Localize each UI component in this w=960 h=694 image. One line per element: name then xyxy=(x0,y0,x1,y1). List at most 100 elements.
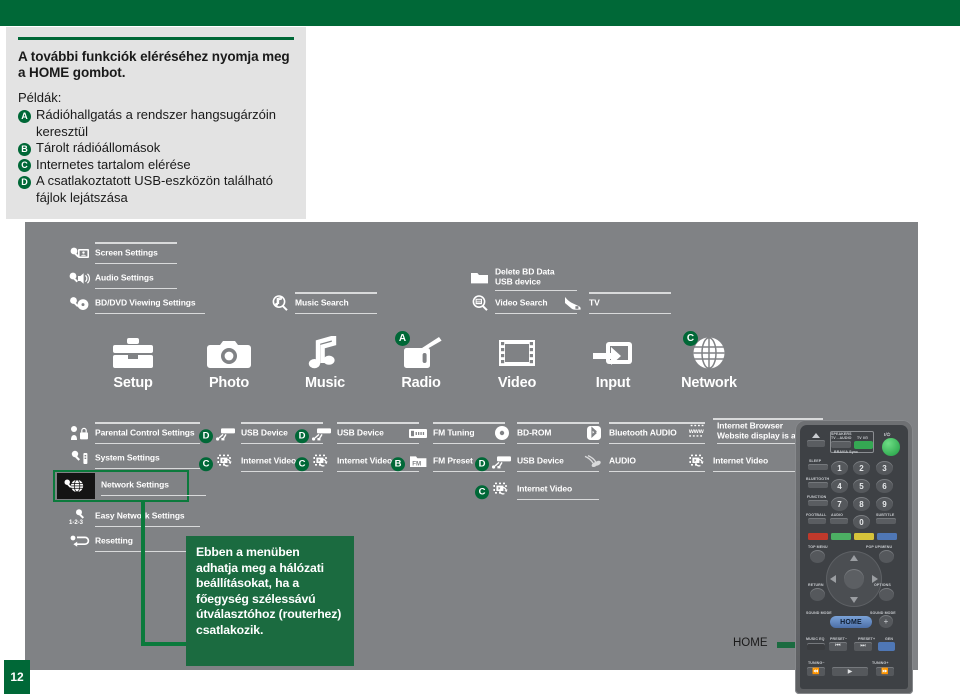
divider xyxy=(95,312,205,314)
menu-item-video-internet-video[interactable]: C Internet Video xyxy=(475,478,599,500)
menu-item-input-audio[interactable]: AUDIO xyxy=(583,450,705,472)
preset-minus-button[interactable]: ⏮ xyxy=(829,642,847,651)
home-menu-diagram: Screen Settings Audio Settings BD/DVD Vi… xyxy=(25,222,918,670)
audio-label: AUDIO xyxy=(831,513,844,517)
menu-item-label: Resetting xyxy=(95,535,133,546)
category-photo[interactable]: Photo xyxy=(183,332,275,391)
bluetooth-label: BLUETOOTH xyxy=(806,477,830,481)
return-button[interactable] xyxy=(810,588,825,601)
menu-item-tv[interactable]: TV xyxy=(563,292,673,314)
internet-video-icon xyxy=(215,452,237,470)
eject-button[interactable] xyxy=(807,440,825,447)
menu-item-audio-settings[interactable]: Audio Settings xyxy=(69,267,179,289)
power-button[interactable] xyxy=(882,438,900,456)
internet-video-icon xyxy=(491,480,513,498)
folder-icon xyxy=(469,266,491,288)
menu-item-music-search[interactable]: Music Search xyxy=(269,292,379,314)
tv-power-button[interactable] xyxy=(854,441,873,449)
number-1-button[interactable]: 1 xyxy=(831,461,848,475)
red-button[interactable] xyxy=(808,533,828,540)
svg-text:FM: FM xyxy=(412,460,421,467)
menu-item-bd-dvd-viewing-settings[interactable]: BD/DVD Viewing Settings xyxy=(69,292,205,314)
divider xyxy=(95,442,200,444)
menu-item-bd-rom[interactable]: BD-ROM xyxy=(491,422,599,444)
eject-icon xyxy=(812,433,820,438)
menu-item-easy-network-settings[interactable]: 1-2-3 Easy Network Settings xyxy=(69,505,209,527)
music-search-icon xyxy=(269,294,291,312)
category-radio[interactable]: A Radio xyxy=(375,331,467,391)
page-number: 12 xyxy=(4,660,30,694)
category-input[interactable]: Input xyxy=(567,332,659,391)
pop-up-menu-button[interactable] xyxy=(879,550,894,563)
menu-item-bluetooth-audio[interactable]: Bluetooth AUDIO xyxy=(583,422,705,444)
number-8-button[interactable]: 8 xyxy=(853,497,870,511)
audio-button[interactable] xyxy=(830,518,848,524)
menu-item-network-settings[interactable]: Network Settings xyxy=(64,474,206,496)
football-button[interactable] xyxy=(808,518,826,524)
sleep-button[interactable] xyxy=(808,464,828,470)
options-button[interactable] xyxy=(879,588,894,601)
number-6-button[interactable]: 6 xyxy=(876,479,893,493)
category-network[interactable]: C Network xyxy=(663,331,755,391)
gen-button[interactable] xyxy=(878,642,895,651)
menu-item-parental-control-settings[interactable]: Parental Control Settings xyxy=(69,422,200,444)
music-eq-button[interactable] xyxy=(807,643,825,650)
music-note-icon xyxy=(279,332,371,370)
network-settings-callout: Ebben a menüben adhatja meg a hálózati b… xyxy=(186,536,354,666)
menu-item-network-internet-video[interactable]: Internet Video xyxy=(687,450,809,472)
number-4-button[interactable]: 4 xyxy=(831,479,848,493)
subtitle-button[interactable] xyxy=(876,518,896,524)
category-music[interactable]: Music xyxy=(279,332,371,391)
number-7-button[interactable]: 7 xyxy=(831,497,848,511)
yellow-button[interactable] xyxy=(854,533,874,540)
usb-device-icon xyxy=(491,452,513,470)
divider xyxy=(95,287,177,289)
bd-dvd-viewing-settings-icon xyxy=(69,294,91,312)
number-5-button[interactable]: 5 xyxy=(853,479,870,493)
top-green-bar xyxy=(0,0,960,26)
home-button[interactable]: HOME xyxy=(830,616,872,628)
menu-item-label: Screen Settings xyxy=(95,247,158,258)
callout-text: Ebben a menüben adhatja meg a hálózati b… xyxy=(196,545,342,637)
menu-item-system-settings[interactable]: System Settings xyxy=(69,447,200,469)
blue-button[interactable] xyxy=(877,533,897,540)
bluetooth-button[interactable] xyxy=(808,482,828,488)
enter-button[interactable] xyxy=(844,569,864,589)
play-button[interactable]: ▶ xyxy=(832,667,868,676)
list-item: D A csatlakoztatott USB-eszközön találha… xyxy=(18,173,294,206)
menu-item-resetting[interactable]: Resetting xyxy=(69,530,200,552)
number-2-button[interactable]: 2 xyxy=(853,461,870,475)
category-label: Video xyxy=(497,375,537,391)
number-0-button[interactable]: 0 xyxy=(853,515,870,529)
menu-item-video-usb-device[interactable]: D USB Device xyxy=(475,450,599,472)
tuning-plus-button[interactable]: ⏩ xyxy=(876,667,894,676)
svg-text:www: www xyxy=(688,428,704,435)
divider xyxy=(95,550,200,552)
menu-item-label: Delete BD Data USB device xyxy=(495,266,555,286)
category-video[interactable]: Video xyxy=(471,332,563,391)
list-item-label: A csatlakoztatott USB-eszközön található… xyxy=(36,173,274,205)
number-3-button[interactable]: 3 xyxy=(876,461,893,475)
menu-item-label: Audio Settings xyxy=(95,272,154,283)
remote-control: SPEAKERS TV↔AUDIO TV I/⏻ BRAVIA Sync I/⏻… xyxy=(795,420,913,694)
menu-item-label: Internet Video xyxy=(517,483,573,494)
globe-icon xyxy=(663,332,755,370)
sound-mode-plus-button[interactable]: + xyxy=(879,615,893,628)
top-menu-button[interactable] xyxy=(810,550,825,563)
menu-item-music-usb-device[interactable]: D USB Device xyxy=(295,422,421,444)
category-label: Input xyxy=(595,375,631,391)
internet-video-icon xyxy=(687,452,709,470)
return-label: RETURN xyxy=(808,583,824,587)
category-setup[interactable]: Setup xyxy=(87,332,179,391)
speakers-button[interactable] xyxy=(831,441,851,448)
number-9-button[interactable]: 9 xyxy=(876,497,893,511)
function-button[interactable] xyxy=(808,500,828,506)
green-button[interactable] xyxy=(831,533,851,540)
preset-plus-label: PRESET+ xyxy=(858,637,876,641)
direction-pad[interactable] xyxy=(826,551,882,607)
menu-item-screen-settings[interactable]: Screen Settings xyxy=(69,242,179,264)
divider xyxy=(295,312,377,314)
tuning-minus-button[interactable]: ⏪ xyxy=(807,667,825,676)
menu-item-delete-bd-data[interactable]: Delete BD Data USB device xyxy=(469,263,579,291)
preset-plus-button[interactable]: ⏭ xyxy=(854,642,872,651)
